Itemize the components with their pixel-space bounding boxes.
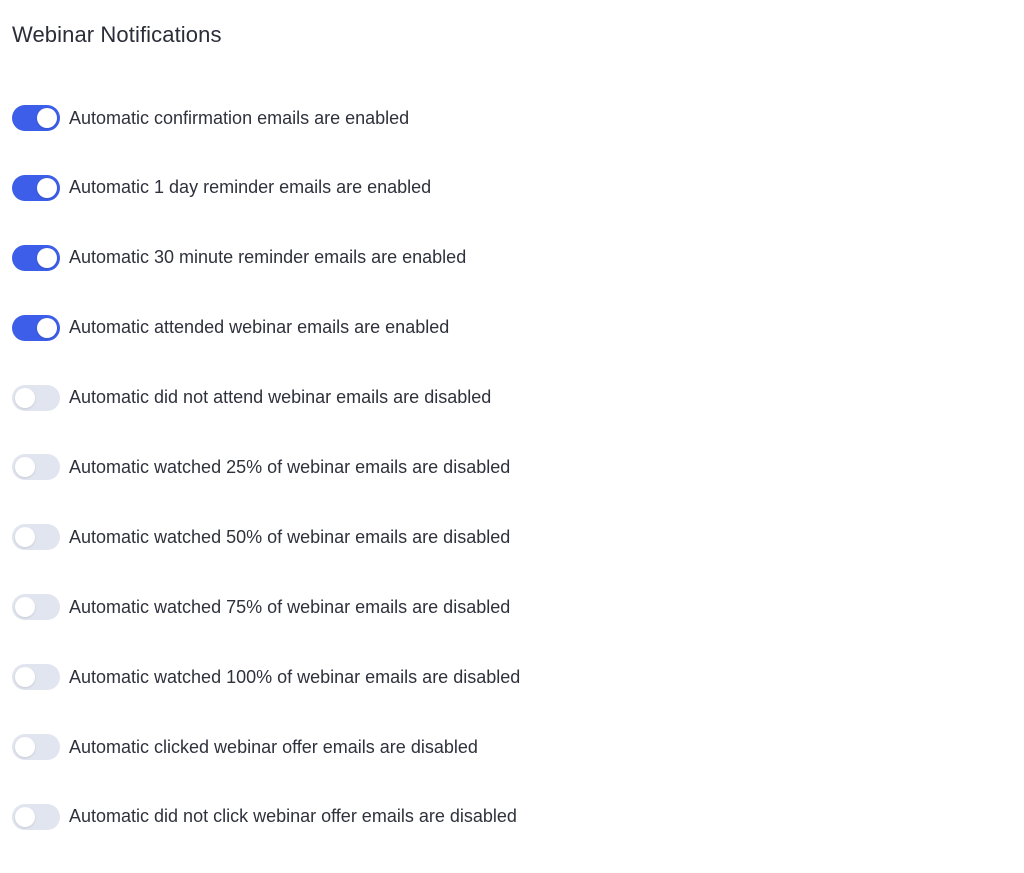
- toggle-knob: [15, 597, 35, 618]
- setting-confirmation-emails: Automatic confirmation emails are enable…: [12, 104, 520, 132]
- toggle-switch[interactable]: [12, 244, 60, 271]
- setting-watched-25-emails: Automatic watched 25% of webinar emails …: [12, 453, 520, 481]
- setting-label: Automatic watched 100% of webinar emails…: [69, 666, 521, 687]
- toggle-knob: [15, 806, 35, 827]
- setting-label: Automatic did not click webinar offer em…: [69, 806, 517, 827]
- toggle-knob: [15, 527, 35, 548]
- toggle-knob: [37, 177, 57, 198]
- setting-label: Automatic watched 75% of webinar emails …: [69, 596, 511, 617]
- toggle-switch[interactable]: [12, 314, 60, 341]
- setting-did-not-click-offer-emails: Automatic did not click webinar offer em…: [12, 803, 520, 831]
- toggle-knob: [15, 667, 35, 688]
- toggle-switch[interactable]: [12, 734, 60, 761]
- toggle-knob: [15, 737, 35, 758]
- toggle-switch[interactable]: [12, 664, 60, 691]
- toggle-switch[interactable]: [12, 105, 60, 131]
- setting-did-not-attend-emails: Automatic did not attend webinar emails …: [12, 384, 520, 412]
- toggle-switch[interactable]: [12, 174, 60, 201]
- setting-label: Automatic watched 25% of webinar emails …: [69, 456, 511, 477]
- setting-1-day-reminder-emails: Automatic 1 day reminder emails are enab…: [12, 174, 520, 202]
- setting-watched-50-emails: Automatic watched 50% of webinar emails …: [12, 523, 520, 551]
- setting-clicked-offer-emails: Automatic clicked webinar offer emails a…: [12, 733, 520, 761]
- notification-settings-list: Automatic confirmation emails are enable…: [12, 104, 520, 873]
- setting-label: Automatic 1 day reminder emails are enab…: [69, 177, 432, 198]
- toggle-switch[interactable]: [12, 594, 60, 621]
- toggle-switch[interactable]: [12, 384, 60, 411]
- toggle-knob: [37, 247, 57, 268]
- toggle-switch[interactable]: [12, 803, 60, 830]
- setting-label: Automatic clicked webinar offer emails a…: [69, 736, 478, 757]
- toggle-switch[interactable]: [12, 454, 60, 481]
- setting-label: Automatic watched 50% of webinar emails …: [69, 526, 511, 547]
- setting-label: Automatic did not attend webinar emails …: [69, 387, 492, 408]
- setting-label: Automatic 30 minute reminder emails are …: [69, 247, 467, 268]
- setting-label: Automatic confirmation emails are enable…: [69, 107, 410, 128]
- toggle-knob: [15, 387, 35, 408]
- toggle-knob: [15, 457, 35, 478]
- setting-attended-webinar-emails: Automatic attended webinar emails are en…: [12, 314, 520, 342]
- setting-watched-100-emails: Automatic watched 100% of webinar emails…: [12, 663, 520, 691]
- setting-watched-75-emails: Automatic watched 75% of webinar emails …: [12, 593, 520, 621]
- toggle-switch[interactable]: [12, 524, 60, 551]
- toggle-knob: [37, 108, 57, 128]
- setting-label: Automatic attended webinar emails are en…: [69, 317, 450, 338]
- setting-30-minute-reminder-emails: Automatic 30 minute reminder emails are …: [12, 244, 520, 272]
- toggle-knob: [37, 317, 57, 338]
- section-title: Webinar Notifications: [12, 22, 222, 47]
